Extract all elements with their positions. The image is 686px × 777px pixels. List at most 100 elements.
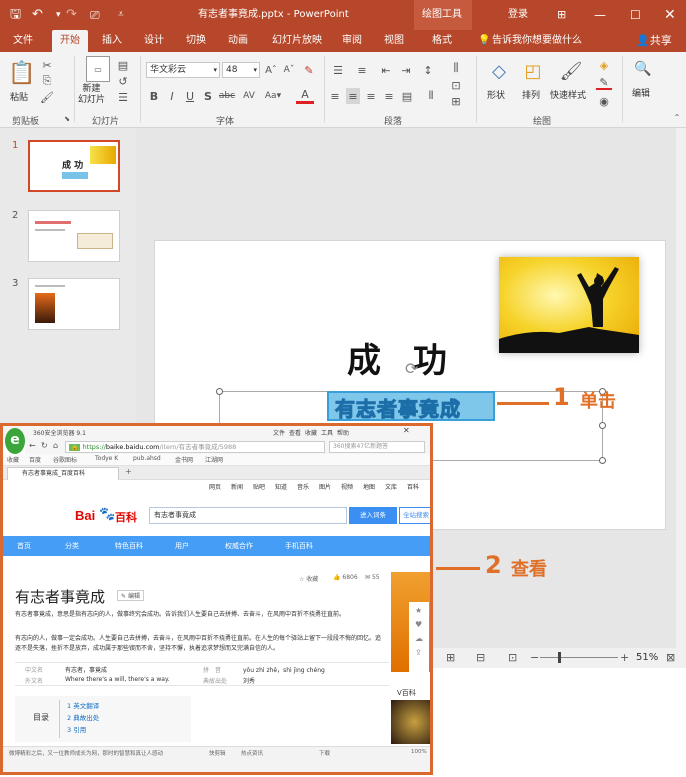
shape-effects-icon[interactable]: ◉ xyxy=(596,94,612,108)
strikethrough-icon[interactable]: abc xyxy=(218,88,236,104)
bookmark-item[interactable]: 江湖网 xyxy=(205,455,223,464)
status-news[interactable]: 微博精彩之后，又一位教师成长为网，那时的智慧和真让人感动 xyxy=(9,749,163,757)
blue-nav-item[interactable]: 权威合作 xyxy=(225,541,253,551)
browser-menu-fav[interactable]: 收藏 xyxy=(305,428,317,437)
status-zoom[interactable]: 100% xyxy=(411,749,427,755)
minimize-icon[interactable]: — xyxy=(594,0,606,30)
editing-button-label[interactable]: 编辑 xyxy=(632,86,650,99)
undo-dropdown-icon[interactable]: ▾ xyxy=(56,0,61,30)
resize-handle[interactable] xyxy=(599,457,606,464)
italic-icon[interactable]: I xyxy=(166,88,178,104)
vbaike-thumbnail[interactable] xyxy=(391,700,430,744)
success-image[interactable] xyxy=(499,257,639,353)
align-right-icon[interactable]: ≡ xyxy=(364,88,378,104)
arrange-icon[interactable]: ◰ xyxy=(520,58,546,84)
browser-search-box[interactable]: 360搜索47亿新题答 xyxy=(329,441,425,453)
baidu-baike-logo[interactable]: Bai 🐾 百科 xyxy=(75,506,143,528)
toolbar-chat-icon[interactable]: ☁ xyxy=(415,634,423,643)
font-size-select[interactable]: 48 ▾ xyxy=(222,62,260,78)
tab-format[interactable]: 格式 xyxy=(432,30,452,52)
toolbar-share-icon[interactable]: ⇪ xyxy=(415,648,422,657)
tab-slideshow[interactable]: 幻灯片放映 xyxy=(272,30,322,52)
new-slide-button-label[interactable]: 新建 幻灯片 xyxy=(78,84,105,106)
login-link[interactable]: 登录 xyxy=(508,0,528,30)
nav-link[interactable]: 贴吧 xyxy=(253,482,265,491)
zoom-in-icon[interactable]: + xyxy=(620,651,629,664)
browser-menu-view[interactable]: 查看 xyxy=(289,428,301,437)
redo-icon[interactable]: ↷ xyxy=(66,0,77,30)
decrease-indent-icon[interactable]: ⇤ xyxy=(378,62,394,78)
status-tool[interactable]: 热点资讯 xyxy=(241,749,263,757)
resize-handle[interactable] xyxy=(216,388,223,395)
paste-button-label[interactable]: 粘贴 xyxy=(10,90,28,103)
nav-link[interactable]: 知道 xyxy=(275,482,287,491)
increase-indent-icon[interactable]: ⇥ xyxy=(398,62,414,78)
align-text-icon[interactable]: ⊡ xyxy=(448,78,464,92)
customize-toolbar-icon[interactable]: ⩡ xyxy=(118,0,124,30)
zoom-slider[interactable] xyxy=(540,657,618,658)
nav-link[interactable]: 地图 xyxy=(363,482,375,491)
toc-item[interactable]: 1 英文翻译 xyxy=(67,700,99,710)
nav-link[interactable]: 新闻 xyxy=(231,482,243,491)
section-icon[interactable]: ☰ xyxy=(116,90,130,104)
new-tab-icon[interactable]: + xyxy=(125,467,132,476)
tab-animations[interactable]: 动画 xyxy=(228,30,248,52)
slide-thumb-1[interactable]: 成 功 xyxy=(28,140,120,192)
smartart-icon[interactable]: ⊞ xyxy=(448,94,464,108)
tab-transitions[interactable]: 切换 xyxy=(186,30,206,52)
like-action[interactable]: 👍 6806 xyxy=(333,574,358,581)
collapse-ribbon-icon[interactable]: ⌃ xyxy=(672,112,682,122)
bookmark-item[interactable]: 收藏 xyxy=(7,455,19,464)
new-slide-icon[interactable]: ▭ xyxy=(86,56,110,82)
font-color-icon[interactable]: A xyxy=(296,88,314,104)
grow-font-icon[interactable]: Aˆ xyxy=(264,62,278,78)
edit-button[interactable]: ✎ 编辑 xyxy=(117,590,144,601)
layout-icon[interactable]: ▤ xyxy=(116,58,130,72)
subtitle-highlight[interactable]: 有志者事竟成 xyxy=(327,391,495,422)
bookmark-item[interactable]: pub.ahsd xyxy=(133,455,161,462)
cut-icon[interactable]: ✂ xyxy=(40,58,54,72)
close-icon[interactable]: ✕ xyxy=(664,0,676,30)
distribute-icon[interactable]: ▤ xyxy=(400,88,414,104)
save-icon[interactable]: 🖫 xyxy=(10,0,21,30)
nav-link[interactable]: 文库 xyxy=(385,482,397,491)
clear-format-icon[interactable]: ✎ xyxy=(302,62,316,78)
columns-icon[interactable]: ⫴ xyxy=(422,88,440,104)
find-icon[interactable]: 🔍 xyxy=(632,58,654,80)
tab-design[interactable]: 设计 xyxy=(144,30,164,52)
arrange-button-label[interactable]: 排列 xyxy=(522,88,540,101)
slide-thumb-3[interactable] xyxy=(28,278,120,330)
undo-icon[interactable]: ↶ xyxy=(32,0,43,30)
tell-me-box[interactable]: 告诉我你想要做什么 xyxy=(492,30,582,52)
format-painter-icon[interactable]: 🖌 xyxy=(40,90,54,104)
quick-styles-button-label[interactable]: 快速样式 xyxy=(550,88,586,101)
status-tool[interactable]: 下载 xyxy=(319,749,330,757)
zoom-level[interactable]: 51% xyxy=(636,652,658,663)
bold-icon[interactable]: B xyxy=(148,88,160,104)
share-action[interactable]: ✉ 55 xyxy=(365,574,380,581)
bookmark-item[interactable]: 金书网 xyxy=(175,455,193,464)
bookmark-item[interactable]: 谷歌图标 xyxy=(53,455,77,464)
site-search-button[interactable]: 全站搜索 xyxy=(399,507,430,524)
bookmark-item[interactable]: Todye K xyxy=(95,455,118,462)
change-case-icon[interactable]: Aa▾ xyxy=(262,88,284,104)
baike-search-input[interactable]: 有志者事竟成 xyxy=(149,507,347,524)
reset-icon[interactable]: ↺ xyxy=(116,74,130,88)
maximize-icon[interactable]: ☐ xyxy=(630,0,641,30)
zoom-out-icon[interactable]: − xyxy=(530,651,539,664)
browser-menu-help[interactable]: 帮助 xyxy=(337,428,349,437)
ribbon-display-icon[interactable]: ⊞ xyxy=(557,0,566,30)
nav-link[interactable]: 百科 xyxy=(407,482,419,491)
tab-home[interactable]: 开始 xyxy=(52,30,88,52)
nav-link[interactable]: 网页 xyxy=(209,482,221,491)
nav-link[interactable]: 视频 xyxy=(341,482,353,491)
browser-menu-tools[interactable]: 工具 xyxy=(321,428,333,437)
bookmark-item[interactable]: 百度 xyxy=(29,455,41,464)
browser-menu-file[interactable]: 文件 xyxy=(273,428,285,437)
toc-item[interactable]: 2 典故出处 xyxy=(67,712,99,722)
browser-close-icon[interactable]: ✕ xyxy=(403,426,410,435)
toolbar-star-icon[interactable]: ★ xyxy=(415,606,422,615)
vertical-scrollbar[interactable] xyxy=(676,128,686,648)
nav-link[interactable]: 音乐 xyxy=(297,482,309,491)
reading-view-icon[interactable]: ⊟ xyxy=(476,651,485,664)
